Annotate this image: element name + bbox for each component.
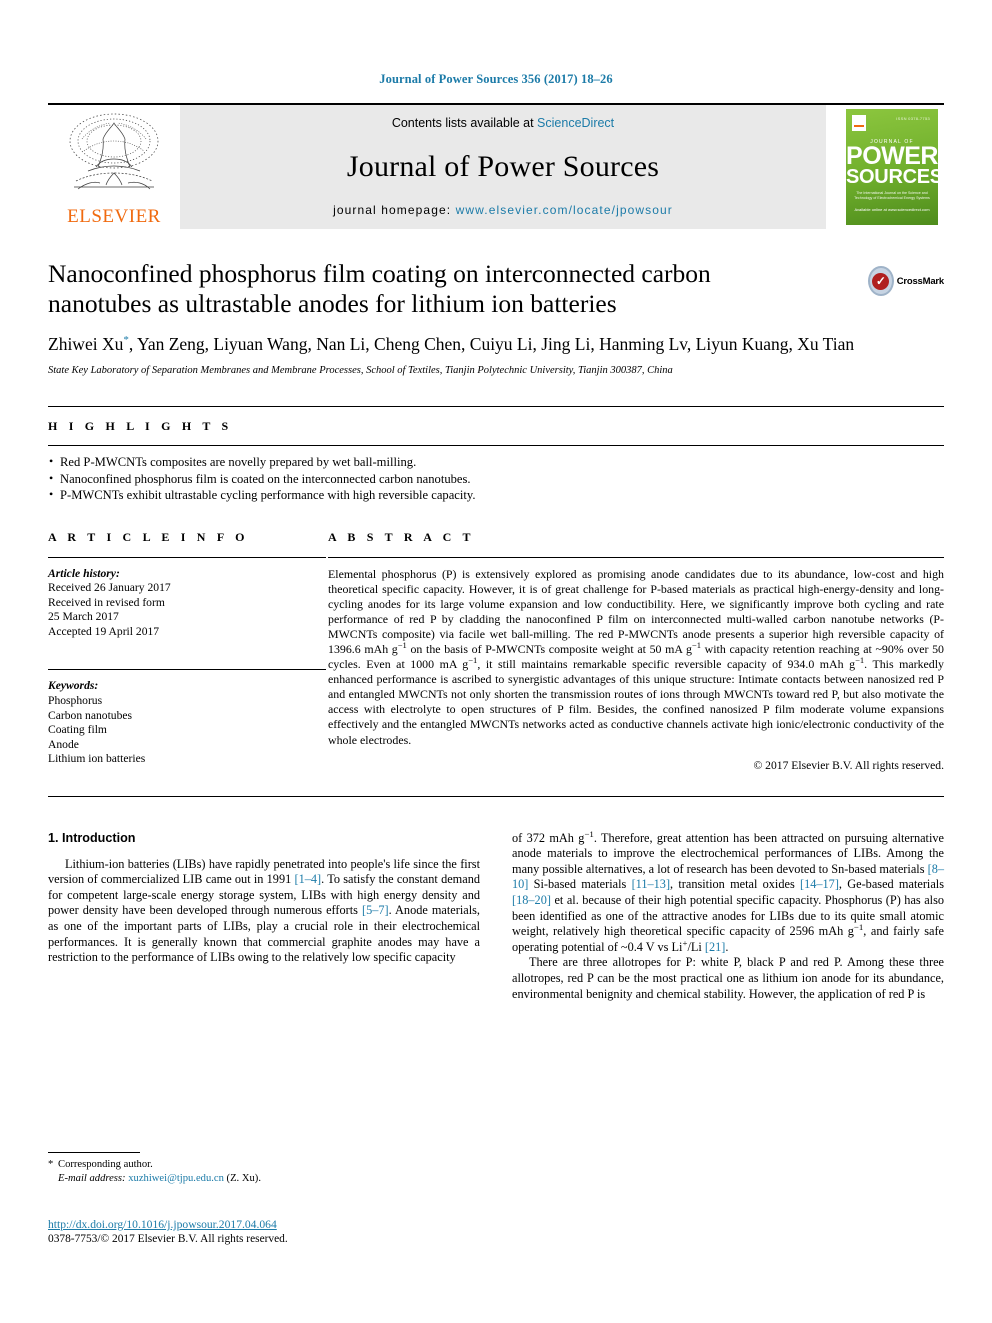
citation-11-13[interactable]: [11–13] [632, 877, 670, 891]
crossmark-icon: ✓ [868, 266, 894, 296]
crossmark-badge[interactable]: ✓ CrossMark [868, 259, 944, 303]
footnote-star: * [48, 1159, 54, 1170]
issn-copyright-line: 0378-7753/© 2017 Elsevier B.V. All right… [48, 1233, 288, 1245]
email-label: E-mail address: [58, 1173, 129, 1184]
abstract-text: Elemental phosphorus (P) is extensively … [328, 566, 945, 747]
article-info-rule: Article history: Received 26 January 201… [48, 556, 326, 640]
keywords-body: Keywords: Phosphorus Carbon nanotubes Co… [48, 679, 326, 767]
history-line: Accepted 19 April 2017 [48, 624, 160, 638]
corresponding-author-line: * Corresponding author. [48, 1158, 478, 1172]
author-list: Zhiwei Xu*, Yan Zeng, Liyuan Wang, Nan L… [48, 334, 855, 354]
body-columns: 1. Introduction Lithium-ion batteries (L… [48, 828, 944, 1003]
intro2-text-a: of 372 mAh g−1. Therefore, great attenti… [512, 828, 944, 876]
elsevier-tree-icon [69, 113, 159, 190]
email-suffix: (Z. Xu). [223, 1173, 261, 1184]
history-line: Received in revised form [48, 595, 165, 609]
keywords-label: Keywords: [48, 679, 99, 693]
affiliation: State Key Laboratory of Separation Membr… [48, 365, 673, 376]
section-divider [48, 795, 944, 797]
article-title: Nanoconfined phosphorus film coating on … [48, 259, 711, 318]
highlight-item: Red P-MWCNTs composites are novelly prep… [48, 453, 944, 471]
intro2-text-f: . [725, 939, 729, 954]
contents-prefix: Contents lists available at [391, 116, 538, 130]
introduction-paragraph-3: There are three allotropes for P: white … [512, 955, 944, 1001]
info-and-abstract: A R T I C L E I N F O Article history: R… [48, 530, 944, 772]
article-page: Journal of Power Sources 356 (2017) 18–2… [0, 0, 992, 1323]
highlights-body: Red P-MWCNTs composites are novelly prep… [48, 445, 944, 504]
highlights-list: Red P-MWCNTs composites are novelly prep… [48, 453, 944, 504]
highlights-heading: H I G H L I G H T S [48, 419, 233, 433]
history-line: Received 26 January 2017 [48, 581, 171, 595]
highlights-section: H I G H L I G H T S Red P-MWCNTs composi… [48, 406, 944, 504]
highlights-top-rule: H I G H L I G H T S [48, 406, 944, 434]
journal-masthead: ELSEVIER Contents lists available at Sci… [48, 103, 944, 229]
keyword-item: Coating film [48, 723, 107, 737]
cover-power-word: POWER [846, 142, 938, 170]
page-footer: http://dx.doi.org/10.1016/j.jpowsour.201… [48, 1218, 508, 1245]
keyword-item: Carbon nanotubes [48, 708, 133, 722]
body-left-column: 1. Introduction Lithium-ion batteries (L… [48, 831, 480, 1003]
abstract-copyright: © 2017 Elsevier B.V. All rights reserved… [753, 758, 944, 772]
article-history-label: Article history: [48, 566, 120, 580]
cover-subtitle: The International Journal on the Science… [854, 191, 930, 200]
cover-sources-word: SOURCES [846, 166, 938, 188]
cover-bottom-note: Available online at www.sciencedirect.co… [854, 207, 930, 212]
intro2-text-c: , transition metal oxides [670, 877, 800, 892]
contents-line: Contents lists available at ScienceDirec… [392, 116, 614, 130]
citation-18-20[interactable]: [18–20] [512, 893, 551, 907]
crossmark-label: CrossMark [896, 275, 945, 287]
cover-artwork: ISSN 0378-7753 JOURNAL OF POWER SOURCES … [846, 109, 938, 225]
article-info-heading: A R T I C L E I N F O [48, 529, 249, 544]
footnote-rule [48, 1152, 140, 1153]
masthead-banner: Contents lists available at ScienceDirec… [180, 105, 826, 229]
article-info-column: A R T I C L E I N F O Article history: R… [48, 530, 326, 772]
keyword-item: Phosphorus [48, 694, 103, 708]
journal-homepage-line: journal homepage: www.elsevier.com/locat… [333, 203, 673, 217]
keyword-item: Lithium ion batteries [48, 752, 146, 766]
citation-21[interactable]: [21] [705, 940, 726, 954]
corresponding-author-text: Corresponding author. [58, 1159, 153, 1170]
citation-1-4[interactable]: [1–4] [294, 872, 321, 886]
journal-title: Journal of Power Sources [346, 149, 660, 183]
homepage-prefix: journal homepage: [333, 203, 456, 217]
sciencedirect-link[interactable]: ScienceDirect [537, 116, 614, 130]
citation-14-17[interactable]: [14–17] [800, 877, 839, 891]
introduction-paragraph-2: of 372 mAh g−1. Therefore, great attenti… [512, 828, 944, 956]
introduction-paragraph-1: Lithium-ion batteries (LIBs) have rapidl… [48, 857, 480, 966]
article-history-block: Article history: Received 26 January 201… [48, 567, 326, 640]
cover-elsevier-mark-icon [852, 115, 866, 131]
email-link[interactable]: xuzhiwei@tjpu.edu.cn [128, 1173, 224, 1184]
doi-link[interactable]: http://dx.doi.org/10.1016/j.jpowsour.201… [48, 1218, 508, 1231]
keywords-block: Keywords: Phosphorus Carbon nanotubes Co… [48, 669, 326, 767]
abstract-rule: Elemental phosphorus (P) is extensively … [328, 556, 945, 772]
title-block: Nanoconfined phosphorus film coating on … [48, 259, 944, 376]
corresponding-author-footnote: * Corresponding author. E-mail address: x… [48, 1152, 478, 1186]
email-line: E-mail address: xuzhiwei@tjpu.edu.cn (Z.… [48, 1172, 478, 1186]
cover-issn-note: ISSN 0378-7753 [896, 116, 930, 121]
history-line: 25 March 2017 [48, 610, 119, 624]
body-right-column: of 372 mAh g−1. Therefore, great attenti… [512, 828, 944, 1003]
elsevier-logo: ELSEVIER [48, 105, 180, 229]
intro2-text-b: Si-based materials [528, 877, 632, 892]
intro2-text-d: , Ge-based materials [838, 877, 944, 892]
citation-5-7[interactable]: [5–7] [362, 903, 389, 917]
abstract-heading: A B S T R A C T [328, 529, 475, 544]
highlight-item: Nanoconfined phosphorus film is coated o… [48, 470, 944, 488]
journal-homepage-link[interactable]: www.elsevier.com/locate/jpowsour [456, 203, 673, 217]
highlight-item: P-MWCNTs exhibit ultrastable cycling per… [48, 486, 944, 504]
journal-cover-thumbnail: ISSN 0378-7753 JOURNAL OF POWER SOURCES … [840, 105, 944, 229]
crossmark-inner-mark: ✓ [872, 272, 890, 290]
abstract-column: A B S T R A C T Elemental phosphorus (P)… [326, 530, 944, 772]
elsevier-wordmark: ELSEVIER [67, 206, 161, 227]
introduction-heading: 1. Introduction [48, 830, 136, 845]
keyword-item: Anode [48, 737, 79, 751]
running-head: Journal of Power Sources 356 (2017) 18–2… [379, 72, 613, 86]
